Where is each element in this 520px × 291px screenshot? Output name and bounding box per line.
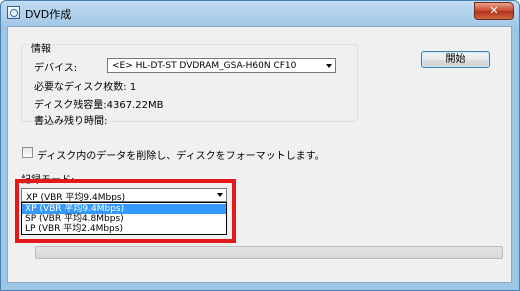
erase-format-label[interactable]: ディスク内のデータを削除し、ディスクをフォーマットします。: [37, 147, 325, 162]
remaining-capacity-text: ディスク残容量:4367.22MB: [34, 100, 164, 111]
start-button[interactable]: 開始: [421, 51, 490, 68]
record-mode-select[interactable]: XP (VBR 平均9.4Mbps): [21, 188, 227, 202]
remaining-time-text: 書込み残り時間:: [34, 116, 108, 127]
title-bar[interactable]: DVD作成 ✕: [1, 1, 519, 25]
device-label: デバイス:: [34, 63, 78, 74]
record-mode-selected-value: XP (VBR 平均9.4Mbps): [26, 193, 126, 202]
record-mode-dropdown-list: XP (VBR 平均9.4Mbps) SP (VBR 平均4.8Mbps) LP…: [21, 202, 227, 235]
close-icon: ✕: [489, 4, 499, 17]
record-mode-option-lp[interactable]: LP (VBR 平均2.4Mbps): [22, 224, 226, 234]
required-discs-text: 必要なディスク枚数: 1: [34, 82, 137, 93]
device-select-value: <E> HL-DT-ST DVDRAM_GSA-H60N CF10: [112, 61, 297, 71]
device-select[interactable]: <E> HL-DT-ST DVDRAM_GSA-H60N CF10: [107, 58, 336, 73]
progress-bar: [35, 246, 503, 259]
chevron-down-icon: [326, 63, 332, 68]
record-mode-option-sp[interactable]: SP (VBR 平均4.8Mbps): [22, 214, 226, 224]
chevron-down-icon: [217, 193, 223, 197]
close-button[interactable]: ✕: [474, 2, 514, 20]
info-group-title: 情報: [29, 40, 53, 55]
window-title: DVD作成: [25, 8, 72, 21]
erase-format-checkbox[interactable]: [22, 147, 33, 158]
record-mode-option-xp[interactable]: XP (VBR 平均9.4Mbps): [22, 204, 226, 214]
dvd-app-icon: [7, 6, 20, 19]
